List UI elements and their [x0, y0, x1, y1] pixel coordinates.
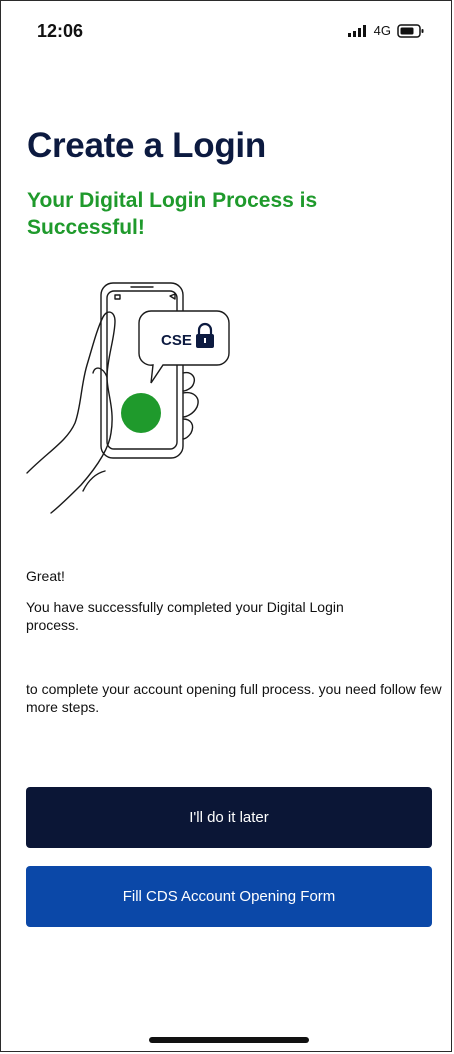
phone-illustration: CSE — [26, 282, 230, 514]
success-subtitle: Your Digital Login Process is Successful… — [27, 189, 318, 239]
status-bar: 12:06 4G — [1, 1, 451, 61]
network-type: 4G — [373, 23, 391, 38]
success-message: You have successfully completed your Dig… — [26, 599, 344, 633]
battery-icon — [397, 23, 424, 38]
page-title: Create a Login — [27, 126, 266, 165]
home-indicator[interactable] — [149, 1037, 309, 1043]
app-screen: 12:06 4G Create a Login Your Digital Log… — [0, 0, 452, 1052]
cse-badge-text: CSE — [161, 332, 192, 349]
greeting-text: Great! — [26, 568, 65, 584]
next-steps-message: to complete your account opening full pr… — [26, 681, 442, 715]
fill-cds-form-button[interactable]: Fill CDS Account Opening Form — [26, 866, 432, 927]
status-time: 12:06 — [37, 21, 84, 41]
do-it-later-button[interactable]: I'll do it later — [26, 787, 432, 848]
status-dot-icon — [121, 393, 161, 433]
signal-icon — [347, 24, 366, 37]
status-indicators: 4G — [347, 23, 425, 38]
